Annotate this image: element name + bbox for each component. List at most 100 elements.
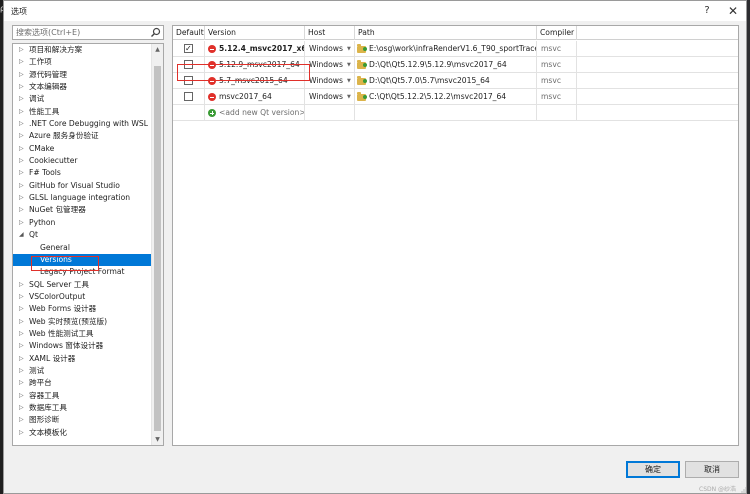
tree-item-qt[interactable]: ◢ Qt	[13, 229, 151, 241]
tree-item-xaml[interactable]: ▷ XAML 设计器	[13, 353, 151, 365]
version-cell[interactable]: 5.12.4_msvc2017_x64	[205, 41, 305, 57]
expand-arrow-icon[interactable]: ▷	[19, 192, 24, 204]
version-cell[interactable]: <add new Qt version>	[205, 105, 305, 121]
folder-icon[interactable]	[357, 44, 367, 53]
column-header-compiler[interactable]: Compiler	[537, 26, 577, 40]
version-name[interactable]: 5.12.4_msvc2017_x64	[219, 41, 304, 57]
expand-arrow-icon[interactable]: ▷	[19, 143, 24, 155]
expand-arrow-icon[interactable]: ▷	[19, 316, 24, 328]
tree-item-python[interactable]: ▷ Python	[13, 217, 151, 229]
table-row[interactable]: msvc2017_64 Windows ▼ C:\Qt\Qt5.12.2\5.12…	[173, 89, 738, 105]
default-checkbox[interactable]	[184, 92, 193, 101]
host-cell[interactable]: Windows ▼	[305, 89, 355, 105]
version-cell[interactable]: 5.12.9_msvc2017_64	[205, 57, 305, 73]
scroll-down-icon[interactable]: ▼	[152, 434, 163, 445]
column-header-host[interactable]: Host	[305, 26, 355, 40]
dropdown-caret-icon[interactable]: ▼	[347, 89, 351, 105]
tree-item-winforms[interactable]: ▷ Windows 窗体设计器	[13, 340, 151, 352]
expand-arrow-icon[interactable]: ▷	[19, 69, 24, 81]
tree-item-nuget[interactable]: ▷ NuGet 包管理器	[13, 204, 151, 216]
search-input[interactable]	[13, 26, 143, 39]
expand-arrow-icon[interactable]: ▷	[19, 44, 24, 56]
expand-arrow-icon[interactable]: ▷	[19, 390, 24, 402]
version-cell[interactable]: 5.7_msvc2015_64	[205, 73, 305, 89]
tree-scrollbar[interactable]: ▲ ▼	[151, 44, 163, 445]
expand-arrow-icon[interactable]: ▷	[19, 106, 24, 118]
cancel-button[interactable]: 取消	[685, 461, 739, 478]
column-header-path[interactable]: Path	[355, 26, 537, 40]
version-name[interactable]: msvc2017_64	[219, 89, 272, 105]
folder-icon[interactable]	[357, 76, 367, 85]
version-name[interactable]: 5.12.9_msvc2017_64	[219, 57, 300, 73]
scroll-up-icon[interactable]: ▲	[152, 44, 163, 55]
expand-arrow-icon[interactable]: ▷	[19, 81, 24, 93]
expand-arrow-icon[interactable]: ▷	[19, 328, 24, 340]
tree-item-web-forms[interactable]: ▷ Web Forms 设计器	[13, 303, 151, 315]
path-cell[interactable]: D:\Qt\Qt5.7.0\5.7\msvc2015_64	[355, 73, 537, 89]
column-header-default[interactable]: Default	[173, 26, 205, 40]
add-new-qt-version[interactable]: <add new Qt version>	[219, 105, 304, 121]
expand-arrow-icon[interactable]: ▷	[19, 118, 24, 130]
tree-item-azure-auth[interactable]: ▷ Azure 服务身份验证	[13, 130, 151, 142]
search-icon[interactable]	[149, 26, 162, 39]
dropdown-caret-icon[interactable]: ▼	[347, 57, 351, 73]
default-checkbox[interactable]	[184, 41, 193, 57]
tree-item-source-control[interactable]: ▷ 源代码管理	[13, 69, 151, 81]
tree-item-container-tools[interactable]: ▷ 容器工具	[13, 390, 151, 402]
path-value[interactable]: E:\osg\work\infraRenderV1.6_T90_sportTra…	[369, 41, 536, 57]
expand-arrow-icon[interactable]: ▷	[19, 291, 24, 303]
expand-arrow-icon[interactable]: ▷	[19, 180, 24, 192]
tree-item-cookiecutter[interactable]: ▷ Cookiecutter	[13, 155, 151, 167]
expand-arrow-icon[interactable]: ▷	[19, 365, 24, 377]
expand-arrow-icon[interactable]: ▷	[19, 427, 24, 439]
expand-arrow-icon[interactable]: ▷	[19, 279, 24, 291]
help-button[interactable]: ?	[700, 4, 714, 18]
expand-arrow-icon[interactable]: ▷	[19, 414, 24, 426]
tree-item-fsharp-tools[interactable]: ▷ F# Tools	[13, 167, 151, 179]
folder-icon[interactable]	[357, 60, 367, 69]
scrollbar-thumb[interactable]	[154, 66, 161, 431]
expand-arrow-icon[interactable]: ▷	[19, 340, 24, 352]
expand-arrow-icon[interactable]: ▷	[19, 93, 24, 105]
expand-arrow-icon[interactable]: ▷	[19, 155, 24, 167]
path-value[interactable]: D:\Qt\Qt5.12.9\5.12.9\msvc2017_64	[369, 57, 507, 73]
tree-item-graphics-diagnostics[interactable]: ▷ 图形诊断	[13, 414, 151, 426]
tree-item-work-items[interactable]: ▷ 工作项	[13, 56, 151, 68]
host-cell[interactable]: Windows ▼	[305, 41, 355, 57]
path-cell[interactable]: D:\Qt\Qt5.12.9\5.12.9\msvc2017_64	[355, 57, 537, 73]
tree-item-database-tools[interactable]: ▷ 数据库工具	[13, 402, 151, 414]
ok-button[interactable]: 确定	[626, 461, 680, 478]
expand-arrow-icon[interactable]: ▷	[19, 56, 24, 68]
expand-arrow-icon[interactable]: ▷	[19, 167, 24, 179]
table-row[interactable]: 5.12.4_msvc2017_x64 Windows▼ E:\osg\work…	[173, 41, 738, 57]
resize-grip-icon[interactable]	[741, 487, 747, 493]
path-cell[interactable]: C:\Qt\Qt5.12.2\5.12.2\msvc2017_64	[355, 89, 537, 105]
add-icon[interactable]	[208, 109, 216, 117]
tree-item-glsl[interactable]: ▷ GLSL language integration	[13, 192, 151, 204]
tree-item-text-editor[interactable]: ▷ 文本编辑器	[13, 81, 151, 93]
expand-arrow-icon[interactable]: ▷	[19, 402, 24, 414]
tree-item-qt-legacy[interactable]: Legacy Project Format	[13, 266, 151, 278]
tree-item-web-perf-test[interactable]: ▷ Web 性能测试工具	[13, 328, 151, 340]
tree-item-sql-server[interactable]: ▷ SQL Server 工具	[13, 279, 151, 291]
tree-item-qt-general[interactable]: General	[13, 242, 151, 254]
collapse-arrow-icon[interactable]: ◢	[19, 229, 24, 241]
expand-arrow-icon[interactable]: ▷	[19, 303, 24, 315]
dropdown-caret-icon[interactable]: ▼	[347, 41, 351, 57]
expand-arrow-icon[interactable]: ▷	[19, 377, 24, 389]
table-row[interactable]: 5.12.9_msvc2017_64 Windows ▼ D:\Qt\Qt5.12…	[173, 57, 738, 73]
column-header-version[interactable]: Version	[205, 26, 305, 40]
table-row[interactable]: 5.7_msvc2015_64 Windows ▼ D:\Qt\Qt5.7.0\5…	[173, 73, 738, 89]
close-button[interactable]: ✕	[726, 4, 740, 18]
tree-item-github-vs[interactable]: ▷ GitHub for Visual Studio	[13, 180, 151, 192]
tree-item-cross-platform[interactable]: ▷ 跨平台	[13, 377, 151, 389]
tree-item-performance-tools[interactable]: ▷ 性能工具	[13, 106, 151, 118]
host-value[interactable]: Windows	[309, 73, 343, 89]
host-value[interactable]: Windows	[309, 57, 343, 73]
expand-arrow-icon[interactable]: ▷	[19, 204, 24, 216]
tree-item-text-templating[interactable]: ▷ 文本模板化	[13, 427, 151, 439]
path-value[interactable]: D:\Qt\Qt5.7.0\5.7\msvc2015_64	[369, 73, 490, 89]
tree-item-projects[interactable]: ▷ 项目和解决方案	[13, 44, 151, 56]
path-value[interactable]: C:\Qt\Qt5.12.2\5.12.2\msvc2017_64	[369, 89, 506, 105]
path-cell[interactable]: E:\osg\work\infraRenderV1.6_T90_sportTra…	[355, 41, 537, 57]
